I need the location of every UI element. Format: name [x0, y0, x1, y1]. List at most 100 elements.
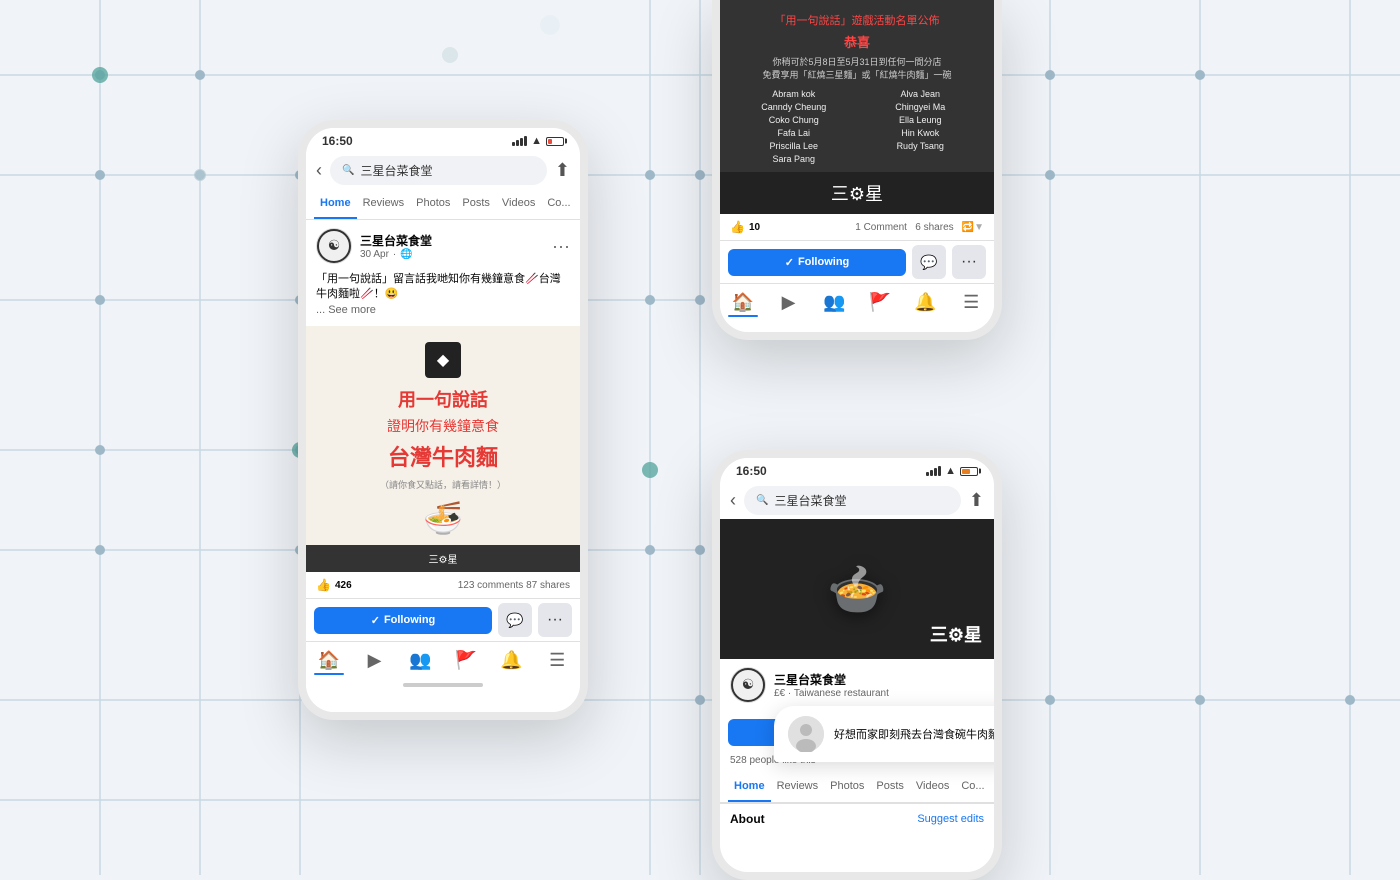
checkmark-icon-2: ✓: [785, 256, 794, 269]
winner-9: Priscilla Lee: [732, 141, 856, 151]
search-text-1: 三星台菜食堂: [360, 162, 432, 179]
bottom-video-2[interactable]: ▶: [766, 292, 812, 313]
winner-3: Canndy Cheung: [732, 102, 856, 112]
more-options-button-2[interactable]: ···: [952, 245, 986, 279]
reaction-count-1: 426: [335, 580, 352, 591]
bottom-bell-1[interactable]: 🔔: [489, 650, 535, 671]
back-button-3[interactable]: ‹: [730, 490, 736, 511]
action-bar-2: ✓ Following 💬 ···: [720, 241, 994, 283]
post-image-1: ◆ 用一句說話 證明你有幾鐘意食 台灣牛肉麵 （請你食又點話，請看詳情！） 🍜 …: [306, 326, 580, 572]
tab-reviews-1[interactable]: Reviews: [357, 189, 411, 219]
bottom-people-2[interactable]: 👥: [811, 292, 857, 313]
tab-more-1[interactable]: Co...: [541, 189, 576, 219]
search-bar-1: ‹ 🔍 三星台菜食堂 ⬆: [306, 152, 580, 189]
battery-icon-3: [960, 467, 978, 476]
bottom-nav-1: 🏠 ▶ 👥 🚩 🔔 ☰: [306, 641, 580, 675]
winners-bottom: 三⚙星: [720, 172, 994, 214]
globe-icon-1: 🌐: [400, 249, 412, 260]
winner-2: Alva Jean: [859, 89, 983, 99]
background-network: [0, 0, 1400, 875]
search-input-3[interactable]: 🔍 三星台菜食堂: [744, 486, 961, 515]
tab-posts-1[interactable]: Posts: [456, 189, 496, 219]
winners-card: 「用一句說話」遊戲活動名單公佈 恭喜 你稍可於5月8日至5月31日到任何一間分店…: [720, 0, 994, 214]
reaction-count-2: 10: [749, 222, 760, 233]
more-options-button-1[interactable]: ···: [538, 603, 572, 637]
restaurant-logo-overlay: 三⚙星: [930, 621, 982, 647]
promo-bottom-1: 三⚙星: [306, 545, 580, 572]
tab-photos-1[interactable]: Photos: [410, 189, 456, 219]
winner-5: Coko Chung: [732, 115, 856, 125]
promo-logo-1: ◆: [425, 342, 461, 378]
post-more-button-1[interactable]: ···: [552, 236, 570, 257]
winners-desc: 你稍可於5月8日至5月31日到任何一間分店免費享用「紅燒三星麵」或「紅燒牛肉麵」…: [732, 55, 982, 81]
comments-shares-1: 123 comments 87 shares: [458, 580, 570, 591]
phone-1: 16:50 ▲ ‹ 🔍 三星台菜食堂 ⬆: [298, 120, 588, 720]
bottom-home-1[interactable]: 🏠: [306, 650, 352, 671]
search-input-1[interactable]: 🔍 三星台菜食堂: [330, 156, 547, 185]
messenger-button-2[interactable]: 💬: [912, 245, 946, 279]
share-button-3[interactable]: ⬆: [969, 490, 984, 511]
page-details-3: 三星台菜食堂 £€ · Taiwanese restaurant: [774, 671, 984, 699]
page-category-3: £€ · Taiwanese restaurant: [774, 688, 984, 699]
chat-bubble: 好想而家即刻飛去台灣食碗牛肉麵 👍 51: [774, 706, 1002, 762]
following-button-1[interactable]: ✓ Following: [314, 607, 492, 634]
phone-3: 16:50 ▲ ‹ 🔍 三星台菜食堂 ⬆: [712, 450, 1002, 880]
suggest-edits-button[interactable]: Suggest edits: [917, 813, 984, 825]
status-bar-1: 16:50 ▲: [306, 128, 580, 152]
tab-posts-3[interactable]: Posts: [870, 772, 910, 802]
promo-title-1: 用一句說話: [322, 386, 564, 412]
tab-home-1[interactable]: Home: [314, 189, 357, 219]
tab-videos-3[interactable]: Videos: [910, 772, 955, 802]
share-button-1[interactable]: ⬆: [555, 160, 570, 181]
tab-photos-3[interactable]: Photos: [824, 772, 870, 802]
tab-home-3[interactable]: Home: [728, 772, 771, 802]
post-header-1: ☯ 三星台菜食堂 30 Apr · 🌐 ···: [306, 220, 580, 272]
search-icon-1: 🔍: [342, 165, 354, 176]
tab-more-3[interactable]: Co...: [955, 772, 990, 802]
promo-brand-1: 三⚙星: [429, 551, 458, 566]
messenger-button-1[interactable]: 💬: [498, 603, 532, 637]
bowl-image: 🍲: [827, 561, 887, 618]
privacy-icon-1: ·: [393, 249, 396, 260]
bottom-video-1[interactable]: ▶: [352, 650, 398, 671]
winner-11: Sara Pang: [732, 154, 856, 164]
promo-bowl-1: 🍜: [322, 499, 564, 537]
bottom-home-2[interactable]: 🏠: [720, 292, 766, 313]
bottom-menu-1[interactable]: ☰: [534, 650, 580, 671]
search-text-3: 三星台菜食堂: [774, 492, 846, 509]
bottom-menu-2[interactable]: ☰: [948, 292, 994, 313]
bottom-people-1[interactable]: 👥: [397, 650, 443, 671]
see-more-1[interactable]: ... See more: [316, 304, 376, 316]
winner-6: Ella Leung: [859, 115, 983, 125]
tab-videos-1[interactable]: Videos: [496, 189, 541, 219]
promo-subtitle-1: 證明你有幾鐘意食: [322, 416, 564, 436]
chat-avatar: [788, 716, 824, 752]
restaurant-hero: 🍲 三⚙星: [720, 519, 994, 659]
about-section: About Suggest edits: [720, 803, 994, 834]
promo-main-1: 台灣牛肉麵: [322, 440, 564, 472]
bottom-flag-2[interactable]: 🚩: [857, 292, 903, 313]
winner-10: Rudy Tsang: [859, 141, 983, 151]
time-1: 16:50: [322, 134, 353, 148]
checkmark-icon-1: ✓: [371, 614, 380, 627]
about-label: About: [730, 812, 765, 826]
following-button-2[interactable]: ✓ Following: [728, 249, 906, 276]
winner-7: Fafa Lai: [732, 128, 856, 138]
svg-text:☯: ☯: [742, 676, 755, 692]
svg-text:☯: ☯: [328, 237, 341, 253]
back-button-1[interactable]: ‹: [316, 160, 322, 181]
tab-reviews-3[interactable]: Reviews: [771, 772, 825, 802]
winner-8: Hin Kwok: [859, 128, 983, 138]
home-indicator-1: [306, 675, 580, 695]
post-date-1: 30 Apr: [360, 249, 389, 260]
bottom-flag-1[interactable]: 🚩: [443, 650, 489, 671]
search-icon-3: 🔍: [756, 495, 768, 506]
signal-icon-3: [926, 466, 941, 476]
status-icons-1: ▲: [512, 135, 564, 147]
nav-tabs-1: Home Reviews Photos Posts Videos Co...: [306, 189, 580, 220]
winners-grid: Abram kok Alva Jean Canndy Cheung Chingy…: [732, 89, 982, 164]
action-bar-1: ✓ Following 💬 ···: [306, 599, 580, 641]
like-emoji-1: 👍: [316, 578, 331, 592]
bottom-bell-2[interactable]: 🔔: [903, 292, 949, 313]
page-info-3: ☯ 三星台菜食堂 £€ · Taiwanese restaurant: [720, 659, 994, 711]
